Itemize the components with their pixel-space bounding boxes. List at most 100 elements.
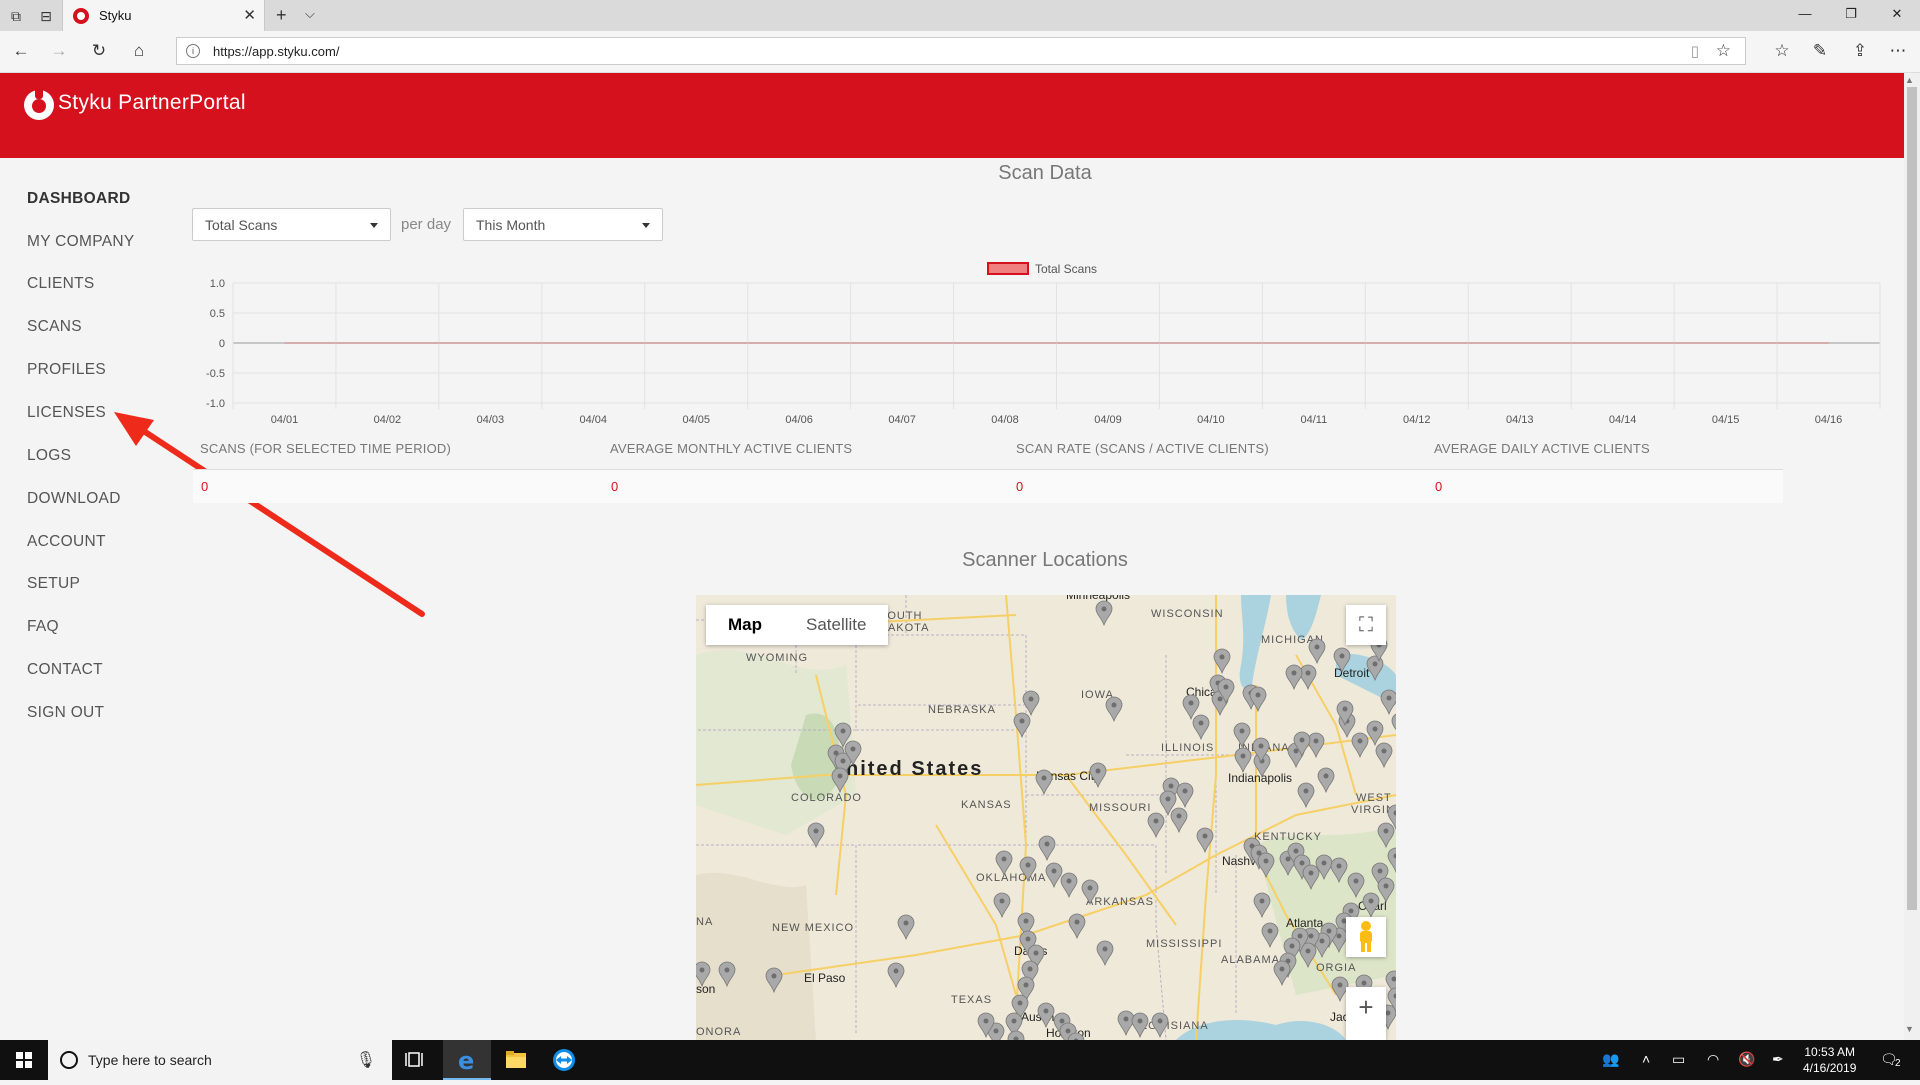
scanner-pin-icon[interactable] — [1297, 782, 1315, 809]
scanner-pin-icon[interactable] — [1022, 690, 1040, 717]
share-icon[interactable]: ⇪ — [1848, 41, 1872, 61]
scanner-map[interactable]: SOUTH DAKOTA WISCONSIN MICHIGAN WYOMING … — [696, 595, 1396, 1040]
scanner-pin-icon[interactable] — [1151, 1012, 1169, 1039]
home-icon[interactable]: ⌂ — [128, 41, 150, 61]
address-bar[interactable]: i https://app.styku.com/ ▯ ☆ — [176, 37, 1746, 65]
scanner-pin-icon[interactable] — [1095, 600, 1113, 627]
scanner-pin-icon[interactable] — [1285, 664, 1303, 691]
scanner-pin-icon[interactable] — [1192, 714, 1210, 741]
file-explorer-icon[interactable] — [492, 1040, 540, 1080]
scanner-pin-icon[interactable] — [1182, 694, 1200, 721]
scanner-pin-icon[interactable] — [1249, 686, 1267, 713]
period-select[interactable]: This Month — [463, 208, 663, 241]
tab-preview-chevron-icon[interactable]: ⌵ — [305, 6, 315, 22]
windows-start-icon[interactable] — [0, 1040, 48, 1080]
sidebar-item-my-company[interactable]: MY COMPANY — [27, 233, 135, 251]
favorites-hub-icon[interactable]: ☆ — [1770, 41, 1794, 61]
set-tabs-aside-icon[interactable]: ⧉ — [6, 6, 26, 26]
reading-view-icon[interactable]: ▯ — [1691, 42, 1699, 60]
sidebar-item-profiles[interactable]: PROFILES — [27, 361, 106, 379]
scanner-pin-icon[interactable] — [1035, 769, 1053, 796]
scanner-pin-icon[interactable] — [1317, 767, 1335, 794]
back-arrow-icon[interactable]: ← — [10, 41, 32, 61]
sidebar-item-clients[interactable]: CLIENTS — [27, 275, 95, 293]
legend-swatch-total-scans[interactable] — [987, 262, 1029, 275]
pen-workspace-icon[interactable]: ✒ — [1772, 1051, 1784, 1068]
scanner-pin-icon[interactable] — [1060, 872, 1078, 899]
minimize-icon[interactable]: — — [1790, 6, 1820, 21]
map-fullscreen-icon[interactable]: ⛶ — [1346, 605, 1386, 645]
refresh-icon[interactable]: ↻ — [88, 41, 110, 61]
people-icon[interactable]: 👥 — [1602, 1051, 1619, 1068]
scanner-pin-icon[interactable] — [1307, 732, 1325, 759]
scanner-pin-icon[interactable] — [1045, 862, 1063, 889]
wifi-icon[interactable]: ◠ — [1707, 1051, 1719, 1068]
street-view-pegman-icon[interactable] — [1346, 917, 1386, 957]
scanner-pin-icon[interactable] — [1147, 812, 1165, 839]
volume-muted-icon[interactable]: 🔇 — [1738, 1051, 1755, 1068]
map-type-map-button[interactable]: Map — [706, 605, 784, 645]
browser-tab-active[interactable]: Styku ✕ — [62, 0, 265, 31]
window-close-icon[interactable]: ✕ — [1882, 6, 1912, 22]
sidebar-item-logs[interactable]: LOGS — [27, 447, 71, 465]
scanner-pin-icon[interactable] — [1131, 1012, 1149, 1039]
scanner-pin-icon[interactable] — [1366, 720, 1384, 747]
page-scrollbar[interactable]: ▲ ▼ — [1904, 73, 1920, 1040]
map-type-satellite-button[interactable]: Satellite — [784, 605, 888, 645]
sidebar-item-contact[interactable]: CONTACT — [27, 661, 103, 679]
scanner-pin-icon[interactable] — [1253, 892, 1271, 919]
scanner-pin-icon[interactable] — [1176, 782, 1194, 809]
scanner-pin-icon[interactable] — [1038, 835, 1056, 862]
taskbar-search-box[interactable]: Type here to search 🎙 — [48, 1040, 392, 1080]
scanner-pin-icon[interactable] — [1273, 960, 1291, 987]
map-canvas[interactable]: SOUTH DAKOTA WISCONSIN MICHIGAN WYOMING … — [696, 595, 1396, 1040]
scanner-pin-icon[interactable] — [993, 892, 1011, 919]
microphone-icon[interactable]: 🎙 — [356, 1050, 376, 1070]
scanner-pin-icon[interactable] — [1380, 689, 1396, 716]
more-menu-icon[interactable]: ⋯ — [1886, 41, 1910, 61]
scanner-pin-icon[interactable] — [1308, 638, 1326, 665]
sidebar-item-licenses[interactable]: LICENSES — [27, 404, 106, 422]
scanner-pin-icon[interactable] — [1013, 712, 1031, 739]
sidebar-item-faq[interactable]: FAQ — [27, 618, 59, 636]
scanner-pin-icon[interactable] — [1391, 713, 1396, 737]
address-url[interactable]: https://app.styku.com/ — [213, 44, 339, 59]
metric-select[interactable]: Total Scans — [192, 208, 391, 241]
scanner-pin-icon[interactable] — [1089, 762, 1107, 789]
edge-browser-icon[interactable]: e — [443, 1040, 491, 1080]
scroll-up-arrow-icon[interactable]: ▲ — [1905, 75, 1914, 85]
web-note-pen-icon[interactable]: ✎ — [1808, 41, 1832, 61]
sidebar-item-scans[interactable]: SCANS — [27, 318, 82, 336]
site-info-icon[interactable]: i — [186, 44, 200, 58]
brand-name[interactable]: Styku PartnerPortal — [58, 91, 246, 115]
legend-label-total-scans[interactable]: Total Scans — [1035, 262, 1097, 276]
task-view-icon[interactable] — [392, 1040, 440, 1080]
scroll-down-arrow-icon[interactable]: ▼ — [1905, 1024, 1914, 1034]
system-clock[interactable]: 10:53 AM 4/16/2019 — [1803, 1044, 1856, 1076]
scanner-pin-icon[interactable] — [1117, 1010, 1135, 1037]
scroll-thumb[interactable] — [1907, 87, 1917, 910]
scanner-pin-icon[interactable] — [1170, 807, 1188, 834]
tab-close-icon[interactable]: ✕ — [243, 6, 256, 24]
sidebar-item-setup[interactable]: SETUP — [27, 575, 80, 593]
sidebar-item-sign-out[interactable]: SIGN OUT — [27, 704, 104, 722]
forward-arrow-icon[interactable]: → — [48, 41, 70, 61]
restore-icon[interactable]: ❐ — [1836, 6, 1866, 22]
scanner-pin-icon[interactable] — [1105, 696, 1123, 723]
scanner-pin-icon[interactable] — [1261, 922, 1279, 949]
teamviewer-icon[interactable] — [540, 1040, 588, 1080]
scanner-pin-icon[interactable] — [897, 914, 915, 941]
scanner-pin-icon[interactable] — [1096, 940, 1114, 967]
tray-chevron-up-icon[interactable]: ˄ — [1642, 1051, 1650, 1067]
battery-icon[interactable]: ▭ — [1672, 1051, 1685, 1068]
show-tabs-aside-icon[interactable]: ⊟ — [36, 6, 56, 26]
sidebar-item-account[interactable]: ACCOUNT — [27, 533, 106, 551]
scanner-pin-icon[interactable] — [807, 822, 825, 849]
sidebar-item-dashboard[interactable]: DASHBOARD — [27, 190, 130, 208]
scanner-pin-icon[interactable] — [887, 962, 905, 989]
scanner-pin-icon[interactable] — [1234, 747, 1252, 774]
favorite-star-icon[interactable]: ☆ — [1716, 41, 1731, 61]
new-tab-icon[interactable]: + — [276, 5, 287, 26]
styku-logo-icon[interactable] — [24, 87, 54, 120]
map-zoom-in-button[interactable]: + — [1346, 987, 1386, 1040]
